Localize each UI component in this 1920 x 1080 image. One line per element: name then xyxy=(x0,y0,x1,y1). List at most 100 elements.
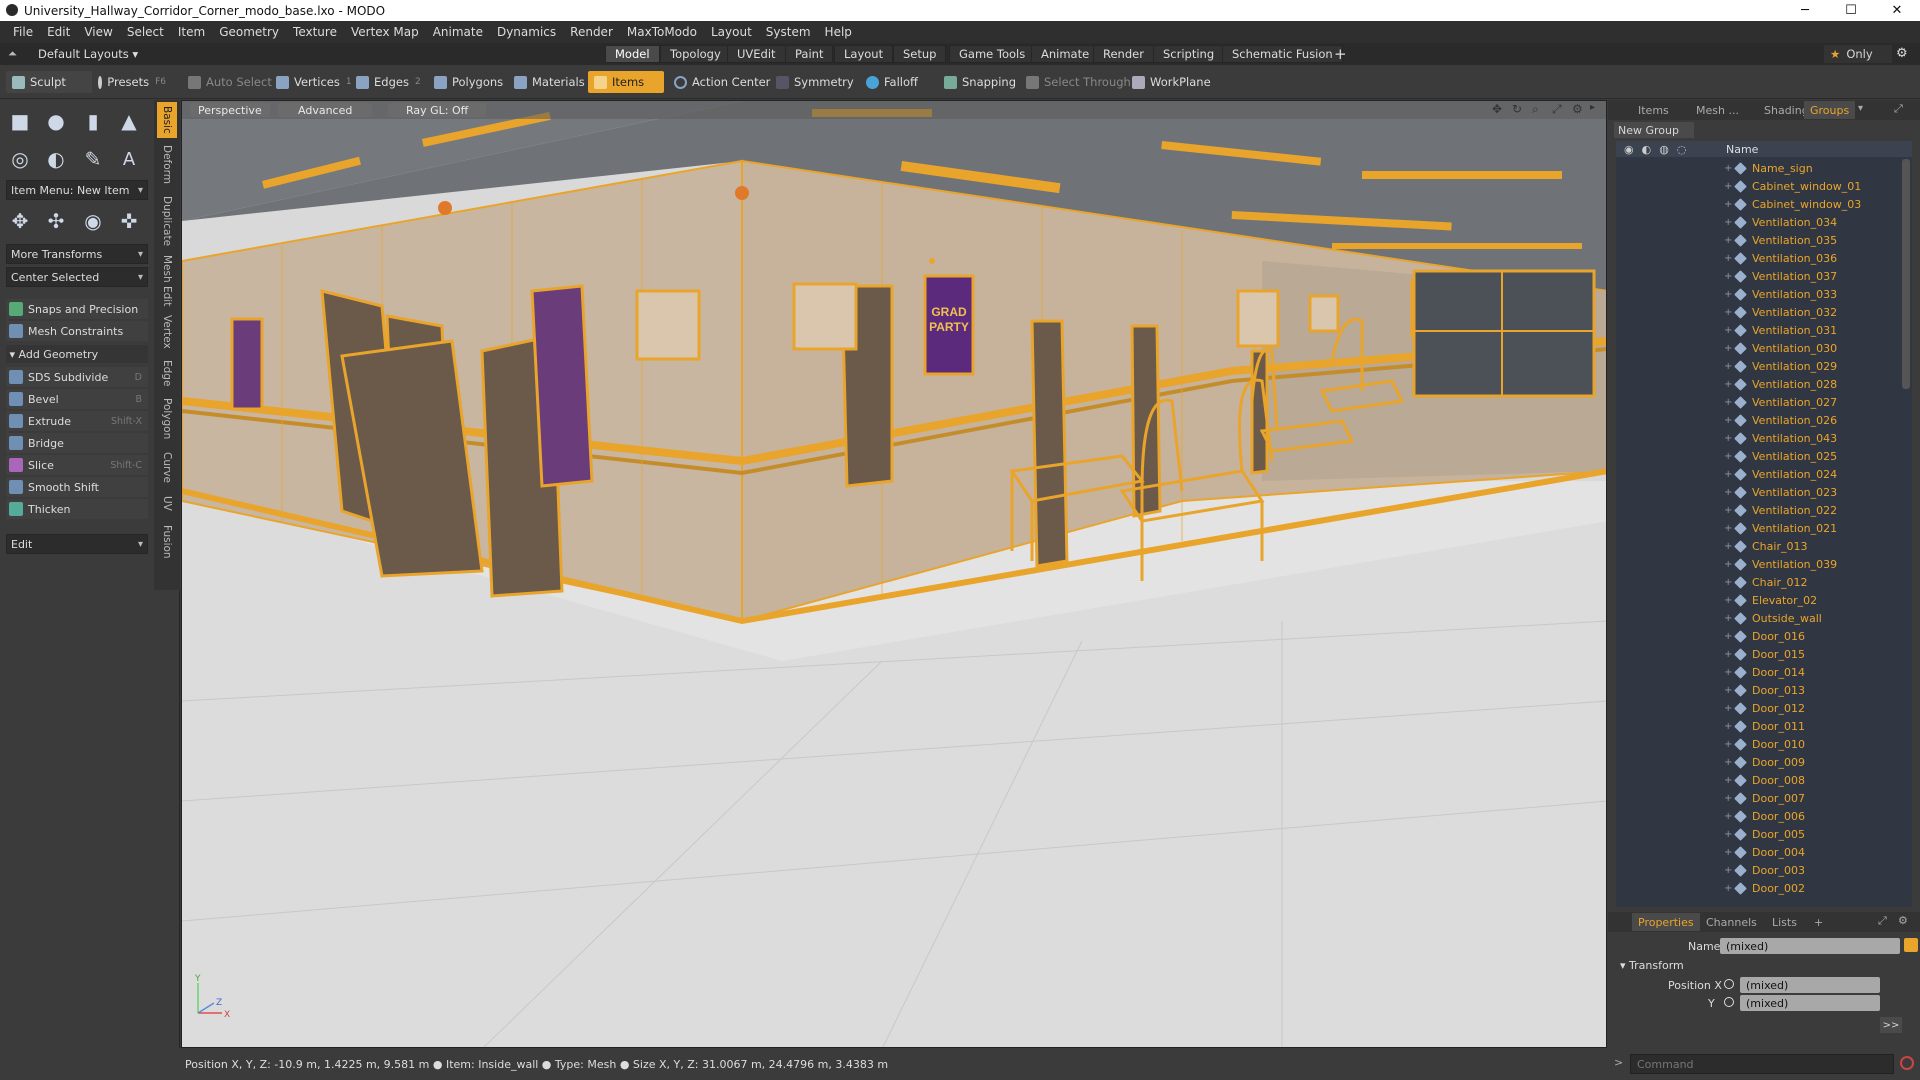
menu-edit[interactable]: Edit xyxy=(47,25,70,39)
raygl-dropdown[interactable]: Ray GL: Off xyxy=(388,103,487,117)
vtab-fusion[interactable]: Fusion xyxy=(157,520,177,564)
expand-icon[interactable]: + xyxy=(1724,253,1732,264)
new-group-button[interactable]: New Group xyxy=(1614,122,1694,138)
visibility-eye-icon[interactable]: ◉ xyxy=(1624,143,1634,156)
tool-smooth-shift[interactable]: Smooth Shift xyxy=(6,477,148,497)
expand-icon[interactable]: + xyxy=(1724,703,1732,714)
command-input[interactable] xyxy=(1630,1054,1894,1074)
group-row[interactable]: + Ventilation_036 xyxy=(1616,249,1912,267)
menu-render[interactable]: Render xyxy=(570,25,613,39)
group-row[interactable]: + Ventilation_037 xyxy=(1616,267,1912,285)
group-row[interactable]: + Ventilation_034 xyxy=(1616,213,1912,231)
menu-view[interactable]: View xyxy=(84,25,112,39)
edges-button[interactable]: Edges 2 xyxy=(350,71,427,93)
vtab-basic[interactable]: Basic xyxy=(157,102,177,138)
expand-icon[interactable]: + xyxy=(1724,217,1732,228)
expand-icon[interactable]: + xyxy=(1724,811,1732,822)
tab-scripting[interactable]: Scripting xyxy=(1153,45,1225,63)
tool-thicken[interactable]: Thicken xyxy=(6,499,148,519)
expand-icon[interactable]: + xyxy=(1724,433,1732,444)
group-row[interactable]: + Ventilation_029 xyxy=(1616,357,1912,375)
layout-arrow-icon[interactable]: ⏶ xyxy=(8,47,17,61)
props-expand-icon[interactable]: ⤢ xyxy=(1878,914,1887,928)
viewport-menu-icon[interactable]: ▸ xyxy=(1590,102,1595,113)
menu-file[interactable]: File xyxy=(13,25,33,39)
name-color-swatch[interactable] xyxy=(1904,938,1918,952)
menu-animate[interactable]: Animate xyxy=(433,25,483,39)
items-button[interactable]: Items xyxy=(588,71,664,93)
polygons-button[interactable]: Polygons xyxy=(428,71,509,93)
expand-icon[interactable]: + xyxy=(1724,541,1732,552)
position-x-field[interactable]: (mixed) xyxy=(1740,977,1880,993)
group-row[interactable]: + Ventilation_032 xyxy=(1616,303,1912,321)
tab-animate[interactable]: Animate xyxy=(1031,45,1100,63)
more-transforms-dropdown[interactable]: More Transforms xyxy=(6,244,148,264)
group-row[interactable]: + Door_008 xyxy=(1616,771,1912,789)
tool-bevel[interactable]: Bevel B xyxy=(6,389,148,409)
tool-slice[interactable]: Slice Shift-C xyxy=(6,455,148,475)
tab-uvedit[interactable]: UVEdit xyxy=(727,45,786,63)
presets-button[interactable]: Presets F6 xyxy=(92,71,172,93)
maximize-view-icon[interactable]: ⤢ xyxy=(1552,102,1562,117)
group-row[interactable]: + Ventilation_024 xyxy=(1616,465,1912,483)
expand-icon[interactable]: + xyxy=(1724,883,1732,894)
more-props-button[interactable]: >> xyxy=(1880,1017,1902,1033)
transform-icon[interactable]: ✜ xyxy=(114,206,144,236)
expand-icon[interactable]: + xyxy=(1724,307,1732,318)
group-row[interactable]: + Door_003 xyxy=(1616,861,1912,879)
snapping-button[interactable]: Snapping xyxy=(938,71,1022,93)
group-row[interactable]: + Ventilation_025 xyxy=(1616,447,1912,465)
transform-section[interactable]: ▾ Transform xyxy=(1620,956,1684,974)
group-row[interactable]: + Door_014 xyxy=(1616,663,1912,681)
cube-icon[interactable]: ■ xyxy=(5,106,35,136)
sculpt-button[interactable]: Sculpt xyxy=(6,71,92,93)
expand-icon[interactable]: + xyxy=(1724,271,1732,282)
expand-icon[interactable]: + xyxy=(1724,199,1732,210)
advanced-dropdown[interactable]: Advanced xyxy=(278,103,373,117)
tab-groups[interactable]: Groups xyxy=(1804,101,1856,119)
group-row[interactable]: + Door_016 xyxy=(1616,627,1912,645)
vtab-mesh-edit[interactable]: Mesh Edit xyxy=(157,254,177,308)
move-icon[interactable]: ✥ xyxy=(5,206,35,236)
tab-game-tools[interactable]: Game Tools xyxy=(949,45,1036,63)
expand-icon[interactable]: + xyxy=(1724,181,1732,192)
vtab-deform[interactable]: Deform xyxy=(157,142,177,188)
expand-icon[interactable]: + xyxy=(1724,505,1732,516)
expand-icon[interactable]: + xyxy=(1724,595,1732,606)
group-row[interactable]: + Chair_013 xyxy=(1616,537,1912,555)
expand-icon[interactable]: + xyxy=(1724,379,1732,390)
vtab-edge[interactable]: Edge xyxy=(157,356,177,390)
panel-expand-icon[interactable]: ⤢ xyxy=(1894,102,1903,116)
group-row[interactable]: + Ventilation_035 xyxy=(1616,231,1912,249)
expand-icon[interactable]: + xyxy=(1724,289,1732,300)
action-center-button[interactable]: Action Center xyxy=(668,71,776,93)
group-row[interactable]: + Door_002 xyxy=(1616,879,1912,897)
props-gear-icon[interactable]: ⚙ xyxy=(1898,914,1908,927)
menu-system[interactable]: System xyxy=(766,25,811,39)
record-icon[interactable] xyxy=(1900,1056,1914,1070)
tool-extrude[interactable]: Extrude Shift-X xyxy=(6,411,148,431)
expand-icon[interactable]: + xyxy=(1724,667,1732,678)
menu-select[interactable]: Select xyxy=(127,25,164,39)
text-icon[interactable]: A xyxy=(114,144,144,174)
group-row[interactable]: + Outside_wall xyxy=(1616,609,1912,627)
expand-icon[interactable]: + xyxy=(1724,847,1732,858)
expand-icon[interactable]: + xyxy=(1724,325,1732,336)
group-row[interactable]: + Door_005 xyxy=(1616,825,1912,843)
menu-item[interactable]: Item xyxy=(178,25,205,39)
add-prop-tab-button[interactable]: + xyxy=(1808,913,1829,931)
position-y-key-icon[interactable] xyxy=(1724,997,1734,1007)
tab-channels[interactable]: Channels xyxy=(1700,913,1763,931)
name-prop-field[interactable]: (mixed) xyxy=(1720,938,1900,954)
expand-icon[interactable]: + xyxy=(1724,649,1732,660)
menu-dynamics[interactable]: Dynamics xyxy=(497,25,556,39)
capsule-icon[interactable]: ◐ xyxy=(41,144,71,174)
group-row[interactable]: + Door_006 xyxy=(1616,807,1912,825)
expand-icon[interactable]: + xyxy=(1724,685,1732,696)
3d-viewport[interactable]: GRAD PARTY Y X Z Perspective Advanced Ra… xyxy=(181,100,1607,1048)
group-row[interactable]: + Door_010 xyxy=(1616,735,1912,753)
group-row[interactable]: + Ventilation_033 xyxy=(1616,285,1912,303)
tab-render[interactable]: Render xyxy=(1093,45,1154,63)
cylinder-icon[interactable]: ▮ xyxy=(78,106,108,136)
group-row[interactable]: + Ventilation_028 xyxy=(1616,375,1912,393)
